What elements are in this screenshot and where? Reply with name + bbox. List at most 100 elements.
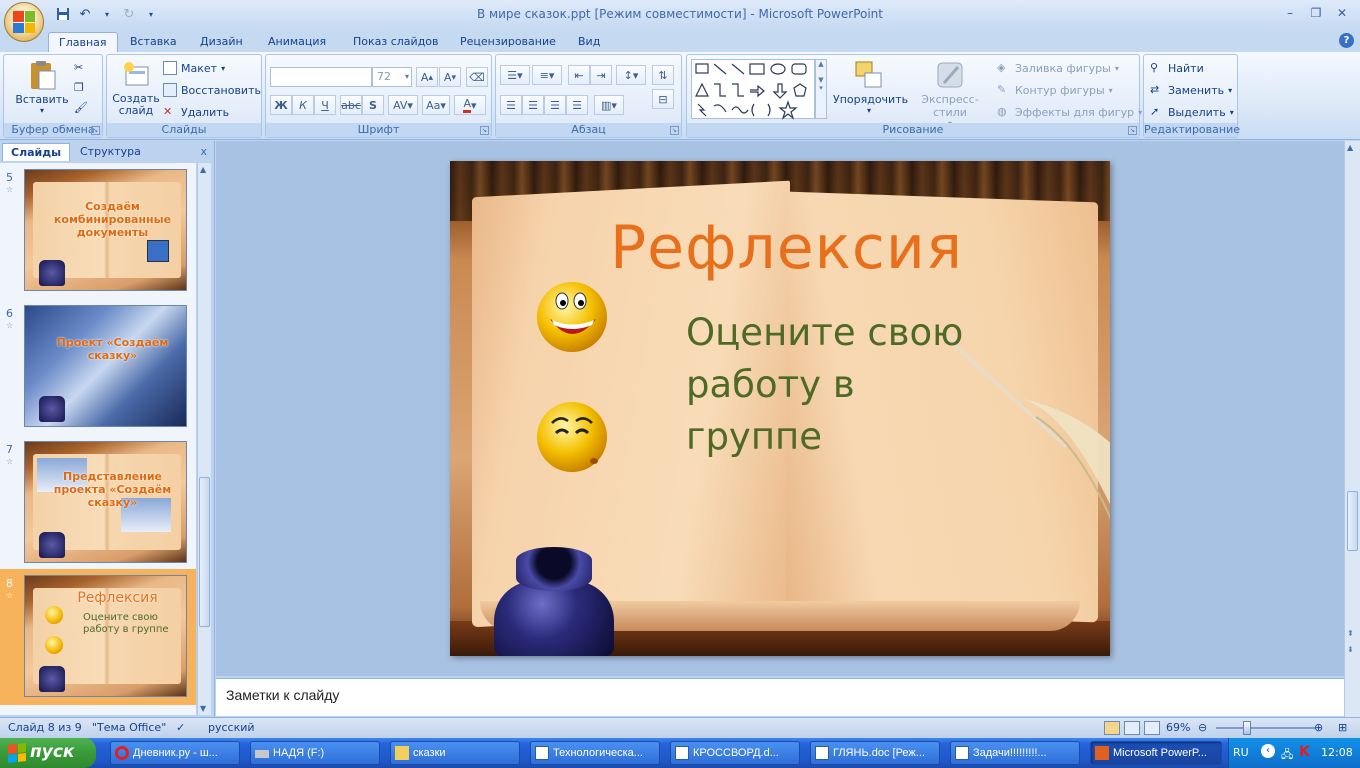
thumbnail-row[interactable]: 7 ☆ Представление проекта «Создаём сказк… [0,435,196,563]
office-button[interactable] [4,2,44,42]
replace-button[interactable]: ⇄ Заменить ▾ [1150,81,1232,99]
italic-button[interactable]: К [292,95,314,115]
select-button[interactable]: ➚ Выделить ▾ [1150,103,1234,121]
zoom-out-icon[interactable]: ⊖ [1198,721,1207,734]
strikethrough-button[interactable]: abc [340,95,362,115]
shape-effects-button[interactable]: ◍ Эффекты для фигур ▾ [997,103,1142,121]
fit-to-window-icon[interactable]: ⊞ [1338,721,1347,734]
thumbnail-row-selected[interactable]: 8 ☆ Рефлексия Оцените свою работу в груп… [0,569,196,705]
spellcheck-icon[interactable]: ✓ [176,721,185,734]
columns-button[interactable]: ▥▾ [594,95,624,115]
shapes-gallery[interactable] [691,59,815,120]
gallery-scroll[interactable]: ▲ ▼ ▾ [815,59,827,119]
sorter-view-icon[interactable] [1124,721,1140,735]
align-left-button[interactable]: ☰ [500,95,522,115]
task-word-1[interactable]: Технологическа... [530,741,660,765]
decrease-indent-button[interactable]: ⇤ [568,65,590,85]
justify-button[interactable]: ☰ [566,95,588,115]
font-color-button[interactable]: A ▾ [454,95,486,115]
zoom-in-icon[interactable]: ⊕ [1314,721,1323,734]
task-browser[interactable]: Дневник.ру - ш... [110,741,240,765]
scroll-up-icon[interactable]: ▲ [1347,143,1353,152]
format-painter-button[interactable]: 🖌 [74,99,88,117]
zoom-slider[interactable] [1216,727,1316,729]
language-indicator[interactable]: русский [208,721,255,734]
next-slide-icon[interactable]: ⇟ [1347,645,1354,654]
shape-fill-button[interactable]: ◈ Заливка фигуры ▾ [997,59,1119,77]
minimize-button[interactable]: – [1278,4,1302,22]
grow-font-button[interactable]: A ▴ [416,67,438,87]
slide-title[interactable]: Рефлексия [610,213,962,283]
tab-insert[interactable]: Вставка [120,32,187,52]
case-button[interactable]: Aa▾ [422,95,450,115]
shape-outline-button[interactable]: ✎ Контур фигуры ▾ [997,81,1113,99]
bold-button[interactable]: Ж [270,95,292,115]
clipboard-launcher-icon[interactable]: ↘ [91,126,100,135]
align-center-button[interactable]: ☰ [522,95,544,115]
bullets-button[interactable]: ☰▾ [500,65,530,85]
normal-view-icon[interactable] [1104,721,1120,735]
scroll-thumb[interactable] [1347,491,1358,551]
scroll-down-icon[interactable]: ▼ [200,704,206,713]
shrink-font-button[interactable]: A ▾ [439,67,461,87]
tab-view[interactable]: Вид [568,32,610,52]
tray-arrow-icon[interactable]: ‹ [1261,744,1275,758]
task-word-3[interactable]: ГЛЯНЬ.doc [Реж... [810,741,940,765]
tab-review[interactable]: Рецензирование [450,32,566,52]
tab-design[interactable]: Дизайн [190,32,253,52]
find-button[interactable]: ⚲ Найти [1150,59,1204,77]
task-folder[interactable]: сказки [390,741,520,765]
task-drive[interactable]: НАДЯ (F:) [250,741,380,765]
align-right-button[interactable]: ☰ [544,95,566,115]
tab-slideshow[interactable]: Показ слайдов [343,32,449,52]
font-size-combo[interactable]: 72 ▾ [372,67,412,87]
panel-scrollbar[interactable]: ▲ ▼ [197,163,211,715]
layout-button[interactable]: Макет ▾ [163,59,225,77]
slide-body-text[interactable]: Оцените свою работу в группе [686,307,1016,463]
start-button[interactable]: пуск [0,738,96,768]
language-bar[interactable]: RU [1233,746,1249,759]
line-spacing-button[interactable]: ↕▾ [616,65,646,85]
editor-scrollbar[interactable]: ▲ ⇞ ⇟ [1344,141,1360,717]
network-icon[interactable]: 🖧 [1281,746,1293,765]
antivirus-icon[interactable]: K [1299,744,1310,760]
close-panel-icon[interactable]: x [200,145,207,158]
tab-home[interactable]: Главная [48,32,118,52]
paste-button[interactable]: Вставить ▾ [12,59,72,115]
help-icon[interactable]: ? [1339,33,1354,48]
arrange-button[interactable]: Упорядочить ▾ [833,59,908,115]
numbering-button[interactable]: ≡▾ [532,65,562,85]
font-launcher-icon[interactable]: ↘ [480,126,489,135]
close-button[interactable]: ✕ [1330,4,1354,22]
reset-button[interactable]: Восстановить [163,81,261,99]
tab-outline[interactable]: Структура [72,143,149,161]
delete-slide-button[interactable]: ✕ Удалить [163,103,229,121]
increase-indent-button[interactable]: ⇥ [590,65,612,85]
thumbnail-row[interactable]: 6 ☆ Проект «Создаём сказку» [0,299,196,427]
shadow-button[interactable]: S [362,95,384,115]
underline-button[interactable]: Ч [314,95,336,115]
align-text-button[interactable]: ⊟ [652,89,674,109]
zoom-level[interactable]: 69% [1166,721,1190,734]
tab-animation[interactable]: Анимация [258,32,336,52]
spacing-button[interactable]: AV▾ [388,95,418,115]
slideshow-view-icon[interactable] [1144,721,1160,735]
drawing-launcher-icon[interactable]: ↘ [1128,126,1137,135]
cut-button[interactable]: ✂ [74,59,88,77]
task-powerpoint[interactable]: Microsoft PowerP... [1090,741,1222,765]
text-direction-button[interactable]: ⇅ [652,65,674,85]
quick-styles-button[interactable]: Экспресс-стили ▾ [907,59,993,128]
clear-format-button[interactable]: ⌫ [466,67,488,87]
scroll-up-icon[interactable]: ▲ [200,165,206,174]
tab-slides[interactable]: Слайды [2,143,71,161]
restore-button[interactable]: ❐ [1304,4,1328,22]
current-slide[interactable]: Рефлексия Оцените свою работу в группе [450,161,1110,656]
task-word-4[interactable]: Задачи!!!!!!!!!... [950,741,1080,765]
thumbnail-row[interactable]: 5 ☆ Создаём комбинированные документы [0,163,196,291]
previous-slide-icon[interactable]: ⇞ [1347,629,1354,638]
zoom-knob[interactable] [1243,721,1251,735]
copy-button[interactable]: ❐ [74,79,88,97]
scroll-thumb[interactable] [199,477,210,627]
new-slide-button[interactable]: Создать слайд [109,59,163,117]
font-name-combo[interactable] [270,67,372,87]
